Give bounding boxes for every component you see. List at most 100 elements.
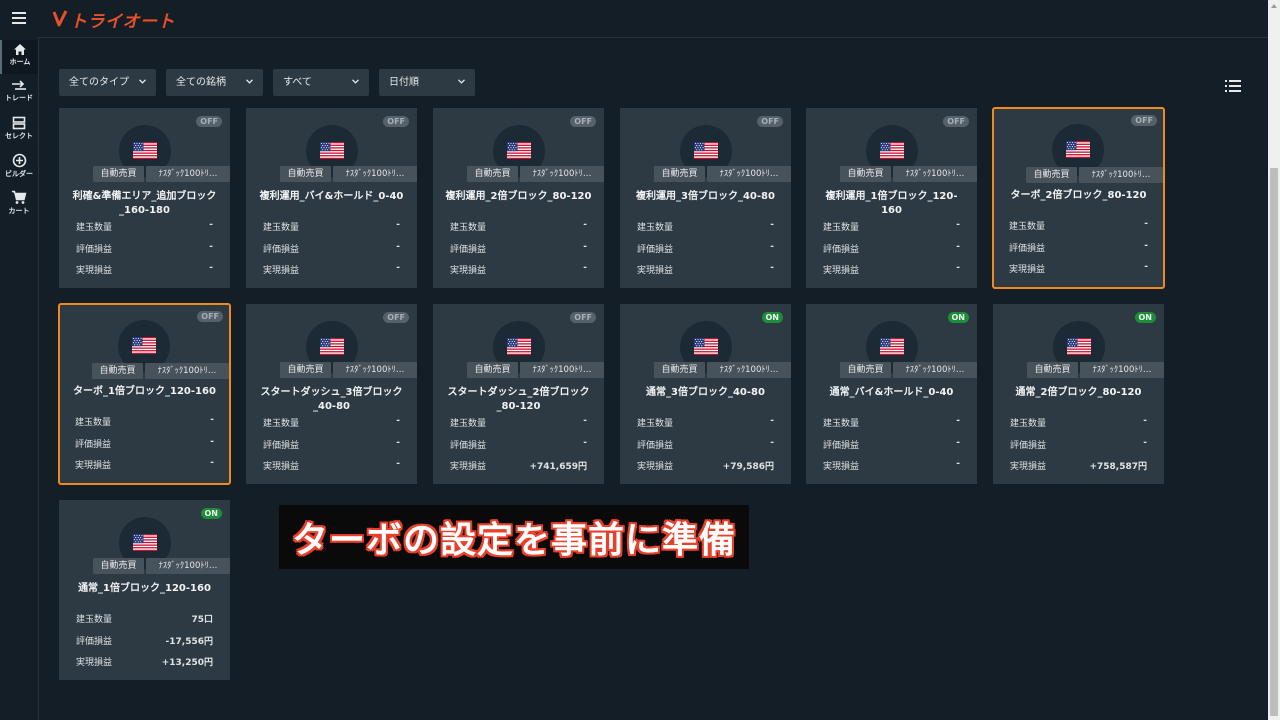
stat-value: -: [396, 220, 400, 230]
main-content: 全てのタイプ 全ての銘柄 すべて 日付順 OFF 自動売買 ﾅｽﾀﾞｯｸ100ﾄﾘ……: [39, 38, 1268, 720]
status-badge[interactable]: OFF: [1131, 115, 1157, 126]
us-flag-icon: [133, 142, 157, 159]
status-badge[interactable]: OFF: [570, 116, 596, 127]
stat-row-unrealized: 評価損益 -: [637, 438, 774, 460]
stat-label: 評価損益: [450, 440, 487, 451]
strategy-card[interactable]: OFF 自動売買 ﾅｽﾀﾞｯｸ100ﾄﾘ… 複利運用_2倍ブロック_80-120 建玉数…: [433, 108, 604, 288]
sort-label: 日付順: [389, 77, 419, 88]
strategy-card[interactable]: ON 自動売買 ﾅｽﾀﾞｯｸ100ﾄﾘ… 通常_1倍ブロック_120-160 建玉数量 7…: [59, 500, 230, 680]
stat-value: -: [770, 241, 774, 252]
status-badge[interactable]: OFF: [757, 116, 783, 127]
status-badge[interactable]: OFF: [383, 312, 409, 323]
menu-icon[interactable]: [12, 12, 26, 24]
stat-row-realized: 実現損益 -: [823, 459, 960, 481]
stat-value: -: [1144, 219, 1148, 229]
auto-trade-tag: 自動売買: [280, 362, 331, 378]
stat-label: 実現損益: [450, 462, 487, 472]
us-flag-icon: [320, 142, 344, 159]
stat-value: -: [210, 415, 214, 425]
stat-label: 建玉数量: [637, 419, 674, 429]
status-filter-dropdown[interactable]: すべて: [273, 69, 369, 96]
chevron-down-icon: [246, 79, 253, 84]
stat-label: 実現損益: [450, 266, 487, 276]
status-badge[interactable]: OFF: [196, 116, 222, 127]
stat-label: 評価損益: [1010, 440, 1047, 451]
stat-label: 実現損益: [823, 266, 860, 276]
strategy-title: ターボ_1倍ブロック_120-160: [73, 386, 216, 397]
us-flag-icon: [694, 142, 718, 159]
stat-label: 実現損益: [1010, 462, 1047, 472]
scrollbar-thumb[interactable]: [1270, 168, 1278, 716]
symbol-tag: ﾅｽﾀﾞｯｸ100ﾄﾘ…: [333, 166, 417, 182]
auto-trade-tag: 自動売買: [840, 166, 891, 182]
status-badge[interactable]: OFF: [383, 116, 409, 127]
status-badge[interactable]: OFF: [197, 311, 223, 322]
strategy-stats: 建玉数量 75口 評価損益 -17,556円 実現損益 +13,250円: [76, 612, 213, 677]
brand-name: トライオート: [70, 11, 175, 32]
vertical-scrollbar[interactable]: [1268, 0, 1280, 720]
scroll-up-icon[interactable]: [1271, 4, 1277, 8]
sidebar-item-trade[interactable]: トレード: [0, 77, 38, 111]
stat-label: 評価損益: [450, 244, 487, 255]
stat-value: -: [396, 241, 400, 252]
stat-value: -: [956, 416, 960, 426]
strategy-stats: 建玉数量 - 評価損益 - 実現損益 -: [76, 220, 213, 285]
strategy-card[interactable]: OFF 自動売買 ﾅｽﾀﾞｯｸ100ﾄﾘ… 複利運用_1倍ブロック_120-160 建玉…: [806, 108, 977, 288]
strategy-card[interactable]: ON 自動売買 ﾅｽﾀﾞｯｸ100ﾄﾘ… 通常_3倍ブロック_40-80 建玉数量 - 評価…: [620, 304, 791, 484]
sidebar-item-cart[interactable]: カート: [0, 188, 38, 222]
stat-value: -: [956, 263, 960, 273]
strategy-card[interactable]: OFF 自動売買 ﾅｽﾀﾞｯｸ100ﾄﾘ… スタートダッシュ_2倍ブロック_80-12…: [433, 304, 604, 484]
strategy-stats: 建玉数量 - 評価損益 - 実現損益 -: [1009, 219, 1148, 284]
status-badge[interactable]: ON: [761, 312, 783, 323]
status-badge[interactable]: ON: [1134, 312, 1156, 323]
stat-row-unrealized: 評価損益 -: [450, 438, 587, 460]
stat-row-qty: 建玉数量 -: [823, 416, 960, 438]
type-filter-dropdown[interactable]: 全てのタイプ: [59, 69, 156, 96]
stat-value: -: [209, 241, 213, 252]
home-icon: [14, 44, 26, 55]
stat-label: 評価損益: [637, 440, 674, 451]
strategy-stats: 建玉数量 - 評価損益 - 実現損益 -: [263, 220, 400, 285]
strategy-card[interactable]: ON 自動売買 ﾅｽﾀﾞｯｸ100ﾄﾘ… 通常_バイ&ホールド_0-40 建玉数量 - 評価…: [806, 304, 977, 484]
stat-label: 評価損益: [637, 244, 674, 255]
stat-value: -: [1143, 437, 1147, 448]
strategy-card[interactable]: ON 自動売買 ﾅｽﾀﾞｯｸ100ﾄﾘ… 通常_2倍ブロック_80-120 建玉数量 - 評…: [993, 304, 1164, 484]
strategy-card[interactable]: OFF 自動売買 ﾅｽﾀﾞｯｸ100ﾄﾘ… 利確&準備エリア_追加ブロック_160-1…: [59, 108, 230, 288]
strategy-title: 複利運用_3倍ブロック_40-80: [636, 191, 775, 202]
stat-row-qty: 建玉数量 -: [1009, 219, 1148, 241]
strategy-title: 複利運用_2倍ブロック_80-120: [445, 191, 592, 202]
sort-dropdown[interactable]: 日付順: [379, 69, 475, 96]
us-flag-icon: [694, 338, 718, 355]
stat-value: -: [1144, 240, 1148, 251]
strategy-card[interactable]: OFF 自動売買 ﾅｽﾀﾞｯｸ100ﾄﾘ… ターボ_1倍ブロック_120-160 建玉数…: [58, 303, 231, 485]
stat-label: 建玉数量: [1009, 222, 1046, 232]
stat-value: -: [1143, 416, 1147, 426]
list-view-icon[interactable]: [1225, 80, 1241, 92]
stat-value: -: [396, 263, 400, 273]
stat-label: 建玉数量: [76, 615, 113, 625]
stat-row-realized: 実現損益 -: [76, 263, 213, 285]
auto-trade-tag: 自動売買: [1026, 167, 1077, 183]
stat-row-qty: 建玉数量 -: [450, 220, 587, 242]
sidebar-item-home[interactable]: ホーム: [0, 40, 38, 74]
brand-logo[interactable]: トライオート: [52, 7, 175, 32]
strategy-card[interactable]: OFF 自動売買 ﾅｽﾀﾞｯｸ100ﾄﾘ… ターボ_2倍ブロック_80-120 建玉数量…: [992, 107, 1165, 289]
stat-label: 建玉数量: [75, 418, 112, 428]
stat-label: 評価損益: [75, 439, 112, 450]
caption-text: ターボの設定を事前に準備: [291, 520, 736, 561]
status-badge[interactable]: OFF: [943, 116, 969, 127]
stat-row-qty: 建玉数量 -: [263, 220, 400, 242]
status-badge[interactable]: ON: [947, 312, 969, 323]
symbol-filter-dropdown[interactable]: 全ての銘柄: [166, 69, 263, 96]
stat-label: 建玉数量: [450, 419, 487, 429]
strategy-card[interactable]: OFF 自動売買 ﾅｽﾀﾞｯｸ100ﾄﾘ… 複利運用_バイ&ホールド_0-40 建玉数量…: [246, 108, 417, 288]
status-badge[interactable]: ON: [200, 508, 222, 519]
chevron-down-icon: [352, 79, 359, 84]
strategy-card[interactable]: OFF 自動売買 ﾅｽﾀﾞｯｸ100ﾄﾘ… 複利運用_3倍ブロック_40-80 建玉数量…: [620, 108, 791, 288]
strategy-card[interactable]: OFF 自動売買 ﾅｽﾀﾞｯｸ100ﾄﾘ… スタートダッシュ_3倍ブロック_40-80…: [246, 304, 417, 484]
status-badge[interactable]: OFF: [570, 312, 596, 323]
sidebar-item-select[interactable]: セレクト: [0, 114, 38, 148]
sidebar-item-builder[interactable]: ビルダー: [0, 151, 38, 185]
stat-value: -: [583, 263, 587, 273]
stat-row-unrealized: 評価損益 -: [263, 438, 400, 460]
